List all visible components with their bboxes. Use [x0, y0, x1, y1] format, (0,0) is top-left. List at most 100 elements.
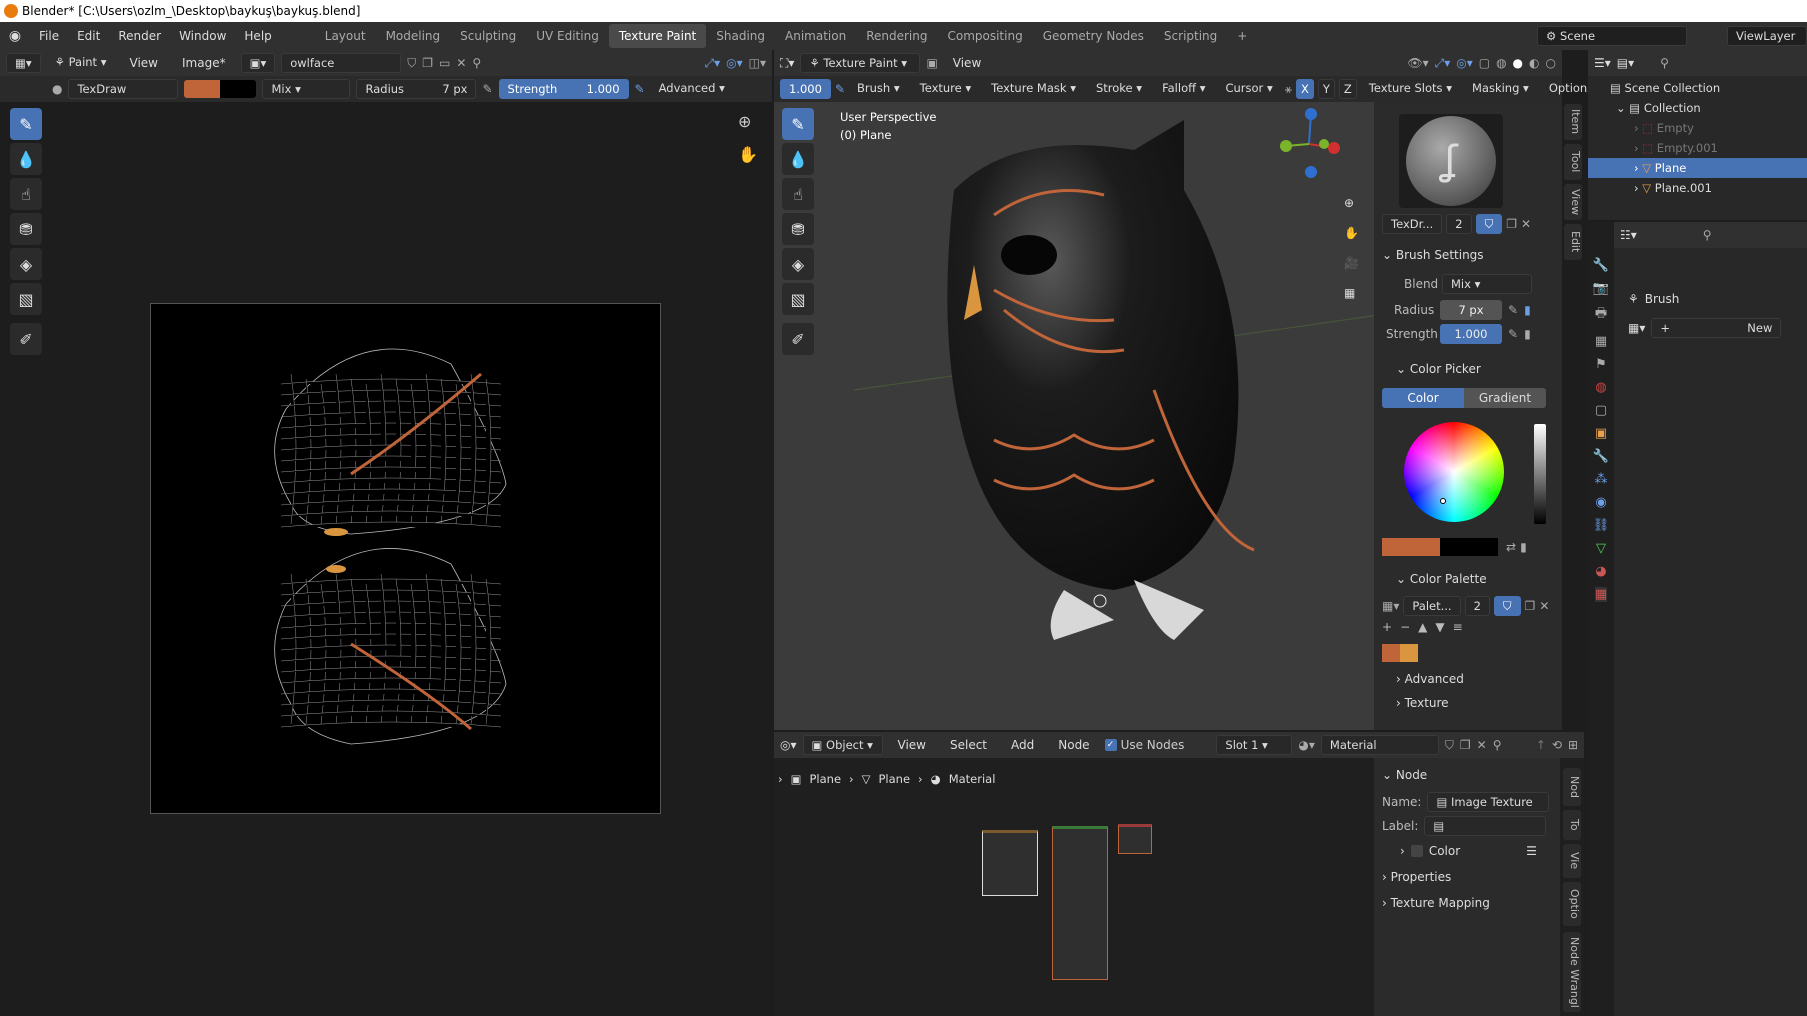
pan-hand-icon[interactable]: ✋	[738, 145, 758, 164]
brush-settings-header[interactable]: ⌄ Brush Settings	[1382, 248, 1484, 262]
menu-window[interactable]: Window	[170, 22, 235, 50]
image-browse-button[interactable]: ▣▾	[240, 53, 276, 73]
shading-material-icon[interactable]: ◐	[1529, 56, 1539, 70]
world-tab-icon[interactable]: ◍	[1595, 380, 1606, 395]
workspace-tab-compositing[interactable]: Compositing	[937, 24, 1032, 48]
tab-view-node[interactable]: Vie	[1563, 844, 1581, 878]
particles-tab-icon[interactable]: ⁂	[1595, 472, 1608, 487]
palette-add-icon[interactable]: +	[1382, 620, 1392, 634]
parent-node-tree-icon[interactable]: ↑	[1536, 738, 1546, 752]
use-nodes-checkbox[interactable]: ✓ Use Nodes	[1104, 738, 1184, 752]
fill-tool-icon[interactable]: ◈	[10, 248, 42, 280]
vp-pan-icon[interactable]: ✋	[1344, 226, 1359, 240]
display-channels-icon[interactable]: ◫▾	[749, 56, 766, 70]
unlink-image-icon[interactable]: ✕	[456, 56, 466, 70]
workspace-tab-geometry-nodes[interactable]: Geometry Nodes	[1033, 24, 1154, 48]
vp-camera-icon[interactable]: 🎥	[1344, 256, 1359, 270]
strength-pen-icon[interactable]: ✎	[1508, 327, 1518, 341]
color-wheel-cursor[interactable]	[1440, 498, 1446, 504]
brush-name-field[interactable]: TexDraw	[68, 79, 179, 99]
palette-name[interactable]: Palet...	[1403, 596, 1461, 616]
overlay-icon[interactable]: ◎▾	[726, 56, 743, 70]
node-menu-select[interactable]: Select	[941, 731, 996, 759]
outliner-item-empty-001[interactable]: › ⬚ Empty.001	[1588, 138, 1807, 158]
outliner-scene-collection[interactable]: ▤ Scene Collection	[1588, 78, 1807, 98]
workspace-tab-modeling[interactable]: Modeling	[376, 24, 451, 48]
object-tab-icon[interactable]: ▣	[1595, 426, 1607, 441]
smear-tool-icon[interactable]: ☝	[10, 178, 42, 210]
palette-swatch-1[interactable]	[1382, 644, 1400, 662]
primary-color-swatch[interactable]	[184, 80, 221, 98]
strength-input[interactable]: 1.000	[1440, 324, 1502, 344]
vp-draw-tool-icon[interactable]: ✎	[782, 108, 814, 140]
vp-clone-tool-icon[interactable]: ⛃	[782, 213, 814, 245]
node-color-checkbox[interactable]	[1410, 845, 1423, 857]
vp-fill-tool-icon[interactable]: ◈	[782, 248, 814, 280]
blend-select[interactable]: Mix ▾	[1442, 274, 1532, 294]
workspace-tab-uv-editing[interactable]: UV Editing	[526, 24, 609, 48]
menu-edit[interactable]: Edit	[68, 22, 109, 50]
axis-y-toggle[interactable]: Y	[1317, 79, 1335, 99]
properties-search-icon[interactable]: ⚲	[1703, 228, 1712, 242]
pressure-icon[interactable]: ✎	[835, 82, 845, 96]
menu-brush[interactable]: Brush ▾	[849, 79, 908, 99]
breadcrumb-mesh[interactable]: Plane	[879, 772, 911, 786]
menu-file[interactable]: File	[30, 22, 68, 50]
node-properties-panel[interactable]: › Properties	[1382, 870, 1552, 884]
palette-sort-icon[interactable]: ≡	[1453, 620, 1463, 634]
radius-field[interactable]: Radius 7 px	[356, 79, 477, 99]
tool-tab-icon[interactable]: 🔧	[1593, 258, 1609, 273]
texture-tab-icon[interactable]: ▦	[1594, 587, 1608, 602]
mask-tool-icon[interactable]: ▧	[10, 283, 42, 315]
view-layer-selector[interactable]: ViewLayer	[1727, 26, 1807, 46]
vp-zoom-icon[interactable]: ⊕	[1344, 196, 1354, 210]
blend-dropdown[interactable]: Mix ▾	[262, 79, 351, 99]
outliner-search-icon[interactable]: ⚲	[1660, 56, 1669, 70]
vp-soften-tool-icon[interactable]: 💧	[782, 143, 814, 175]
slot-dropdown[interactable]: Slot 1 ▾	[1216, 735, 1293, 755]
node-color-list-icon[interactable]: ☰	[1526, 844, 1537, 858]
tab-options-node[interactable]: Optio	[1563, 882, 1581, 926]
new-image-icon[interactable]: ❐	[422, 56, 433, 70]
radius-input[interactable]: 7 px	[1440, 300, 1502, 320]
advanced-panel[interactable]: › Advanced	[1396, 672, 1464, 686]
strength-field[interactable]: Strength 1.000	[498, 79, 629, 99]
outliner-item-plane-001[interactable]: › ▽ Plane.001	[1588, 178, 1807, 198]
pin-icon[interactable]: ⚲	[472, 56, 481, 70]
texture-canvas[interactable]	[150, 303, 661, 814]
material-pin-icon[interactable]: ⚲	[1493, 738, 1502, 752]
vp-smear-tool-icon[interactable]: ☝	[782, 178, 814, 210]
visibility-icon[interactable]: 👁▾	[1407, 56, 1428, 70]
modifier-tab-icon[interactable]: 🔧	[1593, 449, 1609, 464]
menu-help[interactable]: Help	[235, 22, 280, 50]
duplicate-brush-icon[interactable]: ❐	[1506, 217, 1517, 231]
constraints-tab-icon[interactable]: ⛓	[1593, 518, 1610, 533]
brush-preview[interactable]: ʆ	[1399, 114, 1503, 208]
data-tab-icon[interactable]: ▽	[1596, 541, 1606, 556]
open-image-icon[interactable]: ▭	[439, 56, 450, 70]
brush-browse-icon[interactable]: ▦▾	[1628, 321, 1645, 335]
material-name-field[interactable]: Material	[1320, 735, 1439, 755]
radius-unit-icon[interactable]: ▮	[1524, 303, 1531, 317]
outliner-display-icon[interactable]: ▤▾	[1617, 56, 1634, 70]
gizmo-toggle-icon[interactable]: ⤢▾	[1435, 56, 1451, 71]
workspace-tab-texture-paint[interactable]: Texture Paint	[608, 24, 707, 48]
menu-image[interactable]: Image*	[173, 49, 235, 77]
node-panel-header[interactable]: ⌄ Node	[1382, 768, 1427, 782]
properties-type-icon[interactable]: ☷▾	[1620, 228, 1637, 242]
node-image-texture[interactable]	[982, 830, 1038, 896]
vp-annotate-tool-icon[interactable]: ✐	[782, 323, 814, 355]
advanced-dropdown[interactable]: Advanced ▾	[651, 79, 733, 99]
soften-tool-icon[interactable]: 💧	[10, 143, 42, 175]
tab-edit[interactable]: Edit	[1564, 224, 1582, 260]
xray-icon[interactable]: ▢	[1479, 56, 1490, 70]
fake-user-icon[interactable]: ⛉	[407, 56, 416, 71]
material-duplicate-icon[interactable]: ❐	[1460, 738, 1471, 752]
palette-fake-user-icon[interactable]: ⛉	[1493, 596, 1521, 616]
outliner-item-empty[interactable]: › ⬚ Empty	[1588, 118, 1807, 138]
menu-stroke[interactable]: Stroke ▾	[1088, 79, 1150, 99]
color-wheel[interactable]	[1404, 422, 1504, 522]
palette-duplicate-icon[interactable]: ❐	[1525, 599, 1536, 613]
material-fake-user-icon[interactable]: ⛉	[1445, 738, 1454, 753]
node-texture-mapping-panel[interactable]: › Texture Mapping	[1382, 896, 1552, 910]
